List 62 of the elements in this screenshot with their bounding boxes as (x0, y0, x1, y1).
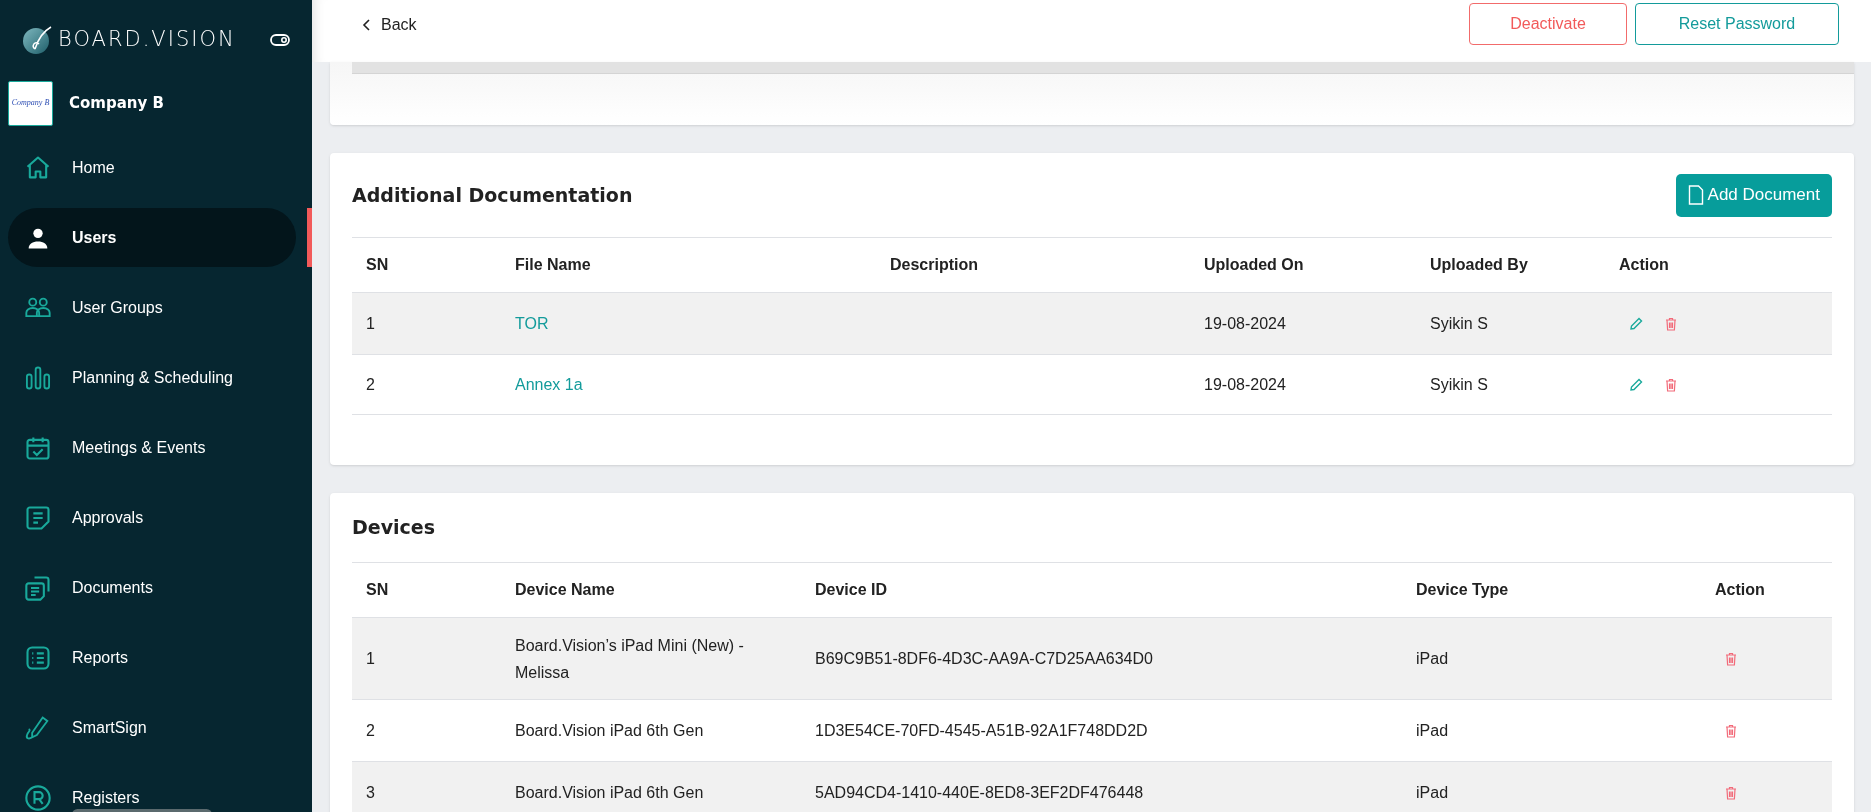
column-header: Uploaded By (1430, 256, 1528, 273)
table-cell: iPad (1416, 649, 1449, 667)
table-cell: Syikin S (1430, 375, 1488, 393)
column-header: Description (890, 256, 978, 273)
table-cell-text: Board.Vision iPad 6th Gen (515, 783, 705, 803)
document-icon (1687, 185, 1704, 205)
table-cell: 1 (366, 649, 375, 667)
table-cell-text: Board.Vision iPad 6th Gen (515, 721, 705, 741)
table-cell: 1 (366, 314, 375, 332)
column-header: Device ID (815, 581, 888, 598)
table-cell-text: Board.Vision’s iPad Mini (New) - Melissa (515, 635, 745, 683)
nav-item[interactable]: Users (8, 208, 296, 267)
table-cell: 19-08-2024 (1204, 375, 1286, 393)
company-name: Company B (69, 92, 164, 114)
chevron-left-icon (362, 19, 371, 31)
delete-icon[interactable] (1725, 723, 1737, 738)
column-header: Device Type (1416, 581, 1509, 598)
column-header: Device Name (515, 581, 615, 598)
edit-icon[interactable] (1629, 316, 1643, 331)
table-cell: iPad (1416, 783, 1449, 801)
list-icon (24, 643, 52, 672)
delete-icon[interactable] (1665, 316, 1677, 331)
table-cell: B69C9B51-8DF6-4D3C-AA9A-C7D25AA634D0 (815, 649, 1153, 667)
nav-item[interactable]: Home (8, 138, 296, 197)
note-icon (24, 503, 52, 532)
nav-item[interactable]: User Groups (8, 278, 296, 337)
column-header: File Name (515, 256, 591, 273)
toggle-icon[interactable] (270, 34, 290, 46)
brand-name: BOARD.VISION (58, 26, 236, 54)
nav-item[interactable]: Documents (8, 558, 296, 617)
delete-icon[interactable] (1725, 651, 1737, 666)
logo-text: Company B (11, 97, 50, 109)
section-title: Devices (352, 515, 435, 541)
reset-password-button[interactable]: Reset Password (1635, 3, 1839, 45)
nav-item[interactable]: Approvals (8, 488, 296, 547)
table-cell: 19-08-2024 (1204, 314, 1286, 332)
back-link[interactable]: Back (362, 13, 417, 37)
column-header: SN (366, 256, 389, 273)
nav-item[interactable]: Planning & Scheduling (8, 348, 296, 407)
table-cell: 3 (366, 783, 375, 801)
table-cell: 5AD94CD4-1410-440E-8ED8-3EF2DF476448 (815, 783, 1144, 801)
table-cell: iPad (1416, 721, 1449, 739)
column-header: Action (1715, 581, 1765, 598)
logo-icon (22, 25, 52, 55)
nav-item[interactable]: Registers (8, 768, 296, 812)
table-cell: 1D3E54CE-70FD-4545-A51B-92A1F748DD2D (815, 721, 1148, 739)
nav-item[interactable]: Reports (8, 628, 296, 687)
column-header: Uploaded On (1204, 256, 1304, 273)
column-header: Action (1619, 256, 1669, 273)
table-cell: 2 (366, 721, 375, 739)
documents-icon (24, 573, 52, 602)
registered-icon (24, 783, 52, 812)
table-cell: 2 (366, 375, 375, 393)
column-header: SN (366, 581, 389, 598)
delete-icon[interactable] (1725, 785, 1737, 800)
table-cell: Syikin S (1430, 314, 1488, 332)
section-title: Additional Documentation (352, 182, 633, 208)
nav-item[interactable]: SmartSign (8, 698, 296, 757)
edit-icon[interactable] (1629, 377, 1643, 392)
nav-item[interactable]: Meetings & Events (8, 418, 296, 477)
active-indicator (307, 208, 312, 267)
delete-icon[interactable] (1665, 377, 1677, 392)
